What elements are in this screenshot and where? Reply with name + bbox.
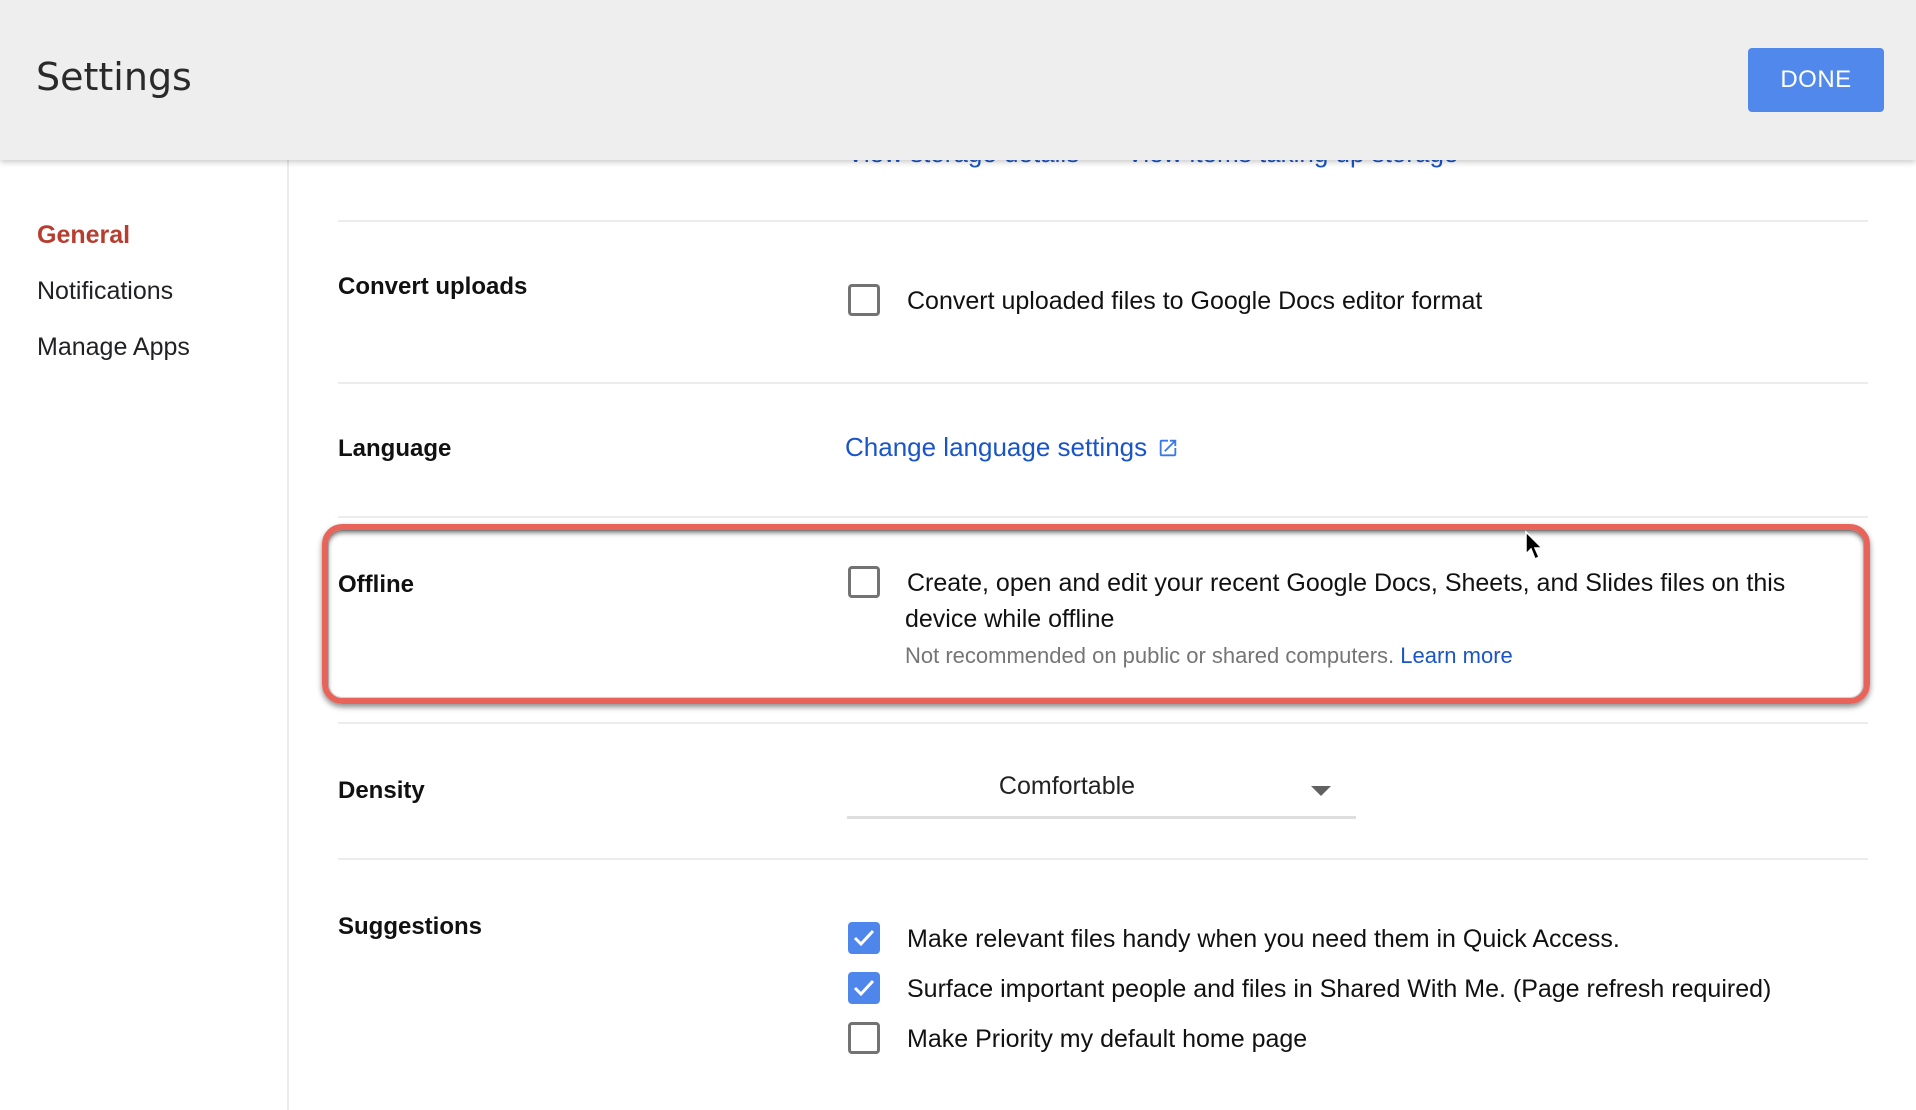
shared-with-me-checkbox[interactable] [848,972,880,1004]
divider [338,722,1868,724]
offline-checkbox[interactable] [848,566,880,598]
offline-option-line2: device while offline [905,605,1115,633]
quick-access-option-text: Make relevant files handy when you need … [907,925,1620,953]
sidebar: General Notifications Manage Apps [0,160,289,1110]
sidebar-item-general[interactable]: General [37,220,130,250]
learn-more-link[interactable]: Learn more [1400,643,1513,668]
divider [338,516,1868,518]
settings-header: Settings DONE [0,0,1916,160]
divider [338,858,1868,860]
divider [338,382,1868,384]
checkmark-icon [853,929,875,947]
convert-uploads-checkbox[interactable] [848,284,880,316]
divider [338,220,1868,222]
done-button[interactable]: DONE [1748,48,1884,112]
suggestions-label: Suggestions [338,913,483,940]
offline-note: Not recommended on public or shared comp… [905,641,1513,671]
priority-home-option-text: Make Priority my default home page [907,1025,1308,1053]
density-select[interactable]: Comfortable [847,764,1356,819]
settings-page: General Notifications Manage Apps View s… [0,0,1916,1110]
settings-main: View storage details View items taking u… [338,0,1868,1110]
language-label: Language [338,435,452,462]
offline-option-line1: Create, open and edit your recent Google… [907,569,1786,597]
sidebar-item-manage-apps[interactable]: Manage Apps [37,332,190,362]
priority-home-checkbox[interactable] [848,1022,880,1054]
checkmark-icon [853,979,875,997]
open-in-new-icon [1159,439,1177,456]
change-language-link[interactable]: Change language settings [845,432,1179,463]
change-language-link-text: Change language settings [845,432,1148,462]
sidebar-item-notifications[interactable]: Notifications [37,276,173,306]
offline-note-text: Not recommended on public or shared comp… [905,643,1395,668]
offline-label: Offline [338,571,414,598]
density-label: Density [338,777,425,804]
quick-access-checkbox[interactable] [848,922,880,954]
convert-uploads-option-text: Convert uploaded files to Google Docs ed… [907,287,1483,315]
dropdown-arrow-icon [1311,786,1331,796]
page-title: Settings [36,55,192,99]
convert-uploads-label: Convert uploads [338,273,528,300]
density-select-value: Comfortable [998,772,1136,800]
mouse-cursor-icon [1525,530,1544,561]
settings-content: General Notifications Manage Apps View s… [0,0,1916,1110]
shared-with-me-option-text: Surface important people and files in Sh… [907,975,1772,1003]
